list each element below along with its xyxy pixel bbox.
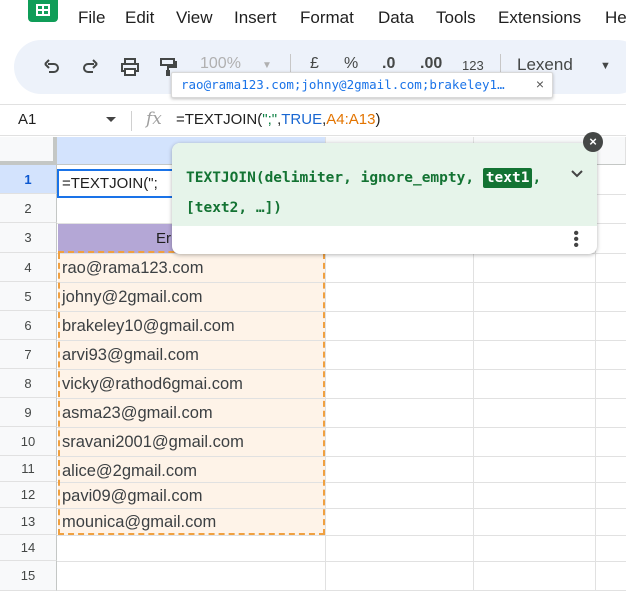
menu-help[interactable]: He	[605, 8, 626, 28]
active-argument: text1	[482, 168, 533, 188]
menu-format[interactable]: Format	[300, 8, 354, 28]
menu-data[interactable]: Data	[378, 8, 414, 28]
menu-extensions[interactable]: Extensions	[498, 8, 581, 28]
formula-result-text: rao@rama123.com;johny@2gmail.com;brakele…	[181, 77, 505, 92]
function-signature-panel[interactable]: TEXTJOIN(delimiter, ignore_empty, text1,…	[172, 143, 597, 226]
formula-result-tooltip: rao@rama123.com;johny@2gmail.com;brakele…	[171, 72, 553, 98]
row-header[interactable]: 11	[0, 456, 57, 482]
font-caret-icon: ▼	[600, 60, 611, 72]
function-help-popup: TEXTJOIN(delimiter, ignore_empty, text1,…	[172, 143, 597, 254]
number-format-button[interactable]: 123	[462, 58, 484, 73]
menu-view[interactable]: View	[176, 8, 213, 28]
copy-range-outline	[58, 253, 325, 535]
close-help-icon[interactable]: ×	[583, 132, 603, 152]
row-header[interactable]: 7	[0, 340, 57, 369]
row-header[interactable]: 1	[0, 165, 57, 194]
row-header[interactable]: 4	[0, 253, 57, 282]
fx-icon: fx	[146, 109, 162, 129]
header-cell-text: Er	[156, 230, 171, 247]
row-header[interactable]: 14	[0, 535, 57, 561]
menu-bar: File Edit View Insert Format Data Tools …	[0, 0, 626, 34]
formula-bar-divider	[131, 111, 132, 131]
percent-format-button[interactable]: %	[344, 55, 358, 73]
more-options-icon[interactable]: • • •	[573, 226, 579, 254]
undo-icon[interactable]	[40, 55, 64, 79]
row-header[interactable]: 5	[0, 282, 57, 311]
menu-file[interactable]: File	[78, 8, 105, 28]
select-all-corner[interactable]	[0, 137, 57, 165]
chevron-down-icon[interactable]	[571, 165, 583, 181]
name-box-caret-icon[interactable]	[106, 117, 116, 122]
row-header[interactable]: 13	[0, 508, 57, 535]
sheets-logo-icon[interactable]	[28, 0, 58, 22]
close-icon[interactable]: ×	[536, 76, 544, 92]
formula-bar: A1 fx =TEXTJOIN(";",TRUE,A4:A13)	[0, 104, 626, 136]
function-signature: TEXTJOIN(delimiter, ignore_empty, text1,…	[186, 168, 542, 216]
row-header[interactable]: 8	[0, 369, 57, 398]
menu-edit[interactable]: Edit	[125, 8, 154, 28]
active-cell-a1[interactable]: =TEXTJOIN(";	[57, 169, 175, 198]
active-cell-text: =TEXTJOIN(";	[62, 175, 158, 192]
increase-decimal-button[interactable]: .00	[420, 55, 442, 73]
currency-format-button[interactable]: £	[310, 55, 319, 73]
redo-icon[interactable]	[78, 55, 102, 79]
row-header[interactable]: 10	[0, 427, 57, 456]
row-header[interactable]: 6	[0, 311, 57, 340]
row-header[interactable]: 3	[0, 223, 57, 253]
row-header[interactable]: 15	[0, 561, 57, 591]
row-header[interactable]: 12	[0, 482, 57, 508]
name-box[interactable]: A1	[18, 111, 36, 128]
menu-insert[interactable]: Insert	[234, 8, 277, 28]
zoom-caret-icon: ▼	[262, 60, 272, 71]
print-icon[interactable]	[118, 55, 142, 79]
zoom-select[interactable]: 100%	[200, 55, 241, 73]
row-header[interactable]: 9	[0, 398, 57, 427]
formula-input[interactable]: =TEXTJOIN(";",TRUE,A4:A13)	[176, 111, 381, 128]
menu-tools[interactable]: Tools	[436, 8, 476, 28]
row-header[interactable]: 2	[0, 194, 57, 223]
decrease-decimal-button[interactable]: .0	[382, 55, 395, 73]
